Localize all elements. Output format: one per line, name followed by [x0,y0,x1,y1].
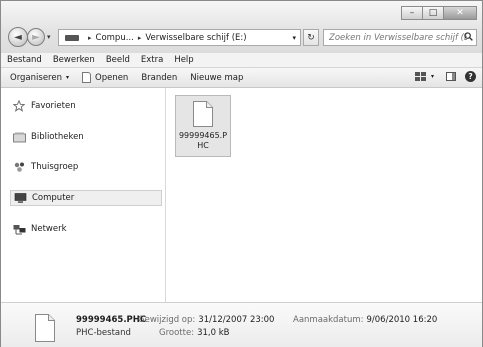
file-list: 99999465.PHC [166,88,482,302]
created-value: 9/06/2010 16:20 [366,315,438,325]
sidebar-item-label: Favorieten [31,101,76,111]
modified-value: 31/12/2007 23:00 [198,315,275,325]
refresh-icon: ↻ [307,32,315,43]
views-dropdown[interactable]: ▾ [431,73,434,80]
sidebar-item-label: Thuisgroep [31,162,79,172]
menu-edit[interactable]: Bewerken [53,55,95,65]
back-arrow-icon: ◄ [14,31,22,43]
search-icon[interactable] [464,32,473,41]
sidebar-item-label: Computer [32,193,75,203]
navigation-pane: Favorieten Bibliotheken Thuisgroep Compu… [1,88,166,302]
explorer-window: – □ ✕ ◄ ► ▾ ▸ Compu... ▸ Verwisselbare s… [0,0,483,347]
back-button[interactable]: ◄ [8,27,28,47]
details-created: Aanmaakdatum: 9/06/2010 16:20 [293,315,437,325]
close-button[interactable]: ✕ [443,6,477,20]
file-item[interactable]: 99999465.PHC [175,95,231,157]
document-icon [82,72,91,83]
burn-button[interactable]: Branden [141,73,177,83]
help-icon[interactable]: ? [465,71,476,82]
menu-tools[interactable]: Extra [141,55,163,65]
menu-bar: Bestand Bewerken Beeld Extra Help [1,53,482,68]
sidebar-item-label: Bibliotheken [31,132,84,142]
command-bar: Organiseren ▾ Openen Branden Nieuwe map … [1,68,482,88]
star-icon [12,100,26,112]
details-size: Grootte: 31,0 kB [159,328,229,338]
title-bar: – □ ✕ ◄ ► ▾ ▸ Compu... ▸ Verwisselbare s… [1,1,482,54]
breadcrumb-separator[interactable]: ▸ [138,34,142,42]
open-button[interactable]: Openen [82,72,128,83]
open-label: Openen [95,72,129,83]
search-input[interactable] [324,30,467,45]
sidebar-item-favorites[interactable]: Favorieten [12,98,76,114]
forward-arrow-icon: ► [32,31,40,43]
menu-file[interactable]: Bestand [7,55,42,65]
organize-label: Organiseren [10,72,62,83]
sidebar-item-computer[interactable]: Computer [10,190,162,206]
file-icon [193,101,213,127]
refresh-button[interactable]: ↻ [303,29,319,46]
details-file-name: 99999465.PHC [76,315,147,325]
menu-help[interactable]: Help [174,55,193,65]
search-box[interactable] [323,29,477,46]
file-icon [35,314,55,342]
chevron-down-icon: ▾ [65,74,69,81]
drive-icon [65,34,79,41]
library-icon [12,131,26,143]
preview-pane-icon[interactable] [446,72,456,81]
size-label: Grootte: [159,328,195,338]
size-value: 31,0 kB [197,328,230,338]
breadcrumb-separator[interactable]: ▸ [88,34,92,42]
modified-label: Gewijzigd op: [138,315,196,325]
burn-label: Branden [141,72,178,83]
address-bar[interactable]: ▸ Compu... ▸ Verwisselbare schijf (E:) ▾ [58,29,301,46]
computer-icon [13,192,27,204]
address-dropdown[interactable]: ▾ [292,34,296,42]
network-icon [12,223,26,235]
organize-button[interactable]: Organiseren ▾ [10,73,69,83]
sidebar-item-label: Netwerk [31,224,67,234]
minimize-button[interactable]: – [401,6,423,20]
breadcrumb-computer[interactable]: Compu... [96,33,134,43]
views-icon[interactable] [414,72,426,81]
file-name: 99999465.PHC [178,131,228,150]
details-modified: Gewijzigd op: 31/12/2007 23:00 [138,315,274,325]
maximize-button[interactable]: □ [422,6,444,20]
command-bar-right: ▾ ? [414,71,476,82]
sidebar-item-libraries[interactable]: Bibliotheken [12,129,84,145]
menu-view[interactable]: Beeld [106,55,130,65]
created-label: Aanmaakdatum: [293,315,364,325]
new-folder-button[interactable]: Nieuwe map [190,73,243,83]
details-pane: 99999465.PHC PHC-bestand Gewijzigd op: 3… [1,302,482,347]
forward-button[interactable]: ► [27,28,45,46]
sidebar-item-homegroup[interactable]: Thuisgroep [12,159,78,175]
breadcrumb-removable-drive[interactable]: Verwisselbare schijf (E:) [145,33,246,43]
recent-pages-dropdown[interactable]: ▾ [47,33,51,41]
sidebar-item-network[interactable]: Netwerk [12,221,67,237]
new-folder-label: Nieuwe map [190,72,244,83]
details-file-type: PHC-bestand [76,328,131,338]
homegroup-icon [12,161,26,173]
window-controls: – □ ✕ [401,6,477,21]
